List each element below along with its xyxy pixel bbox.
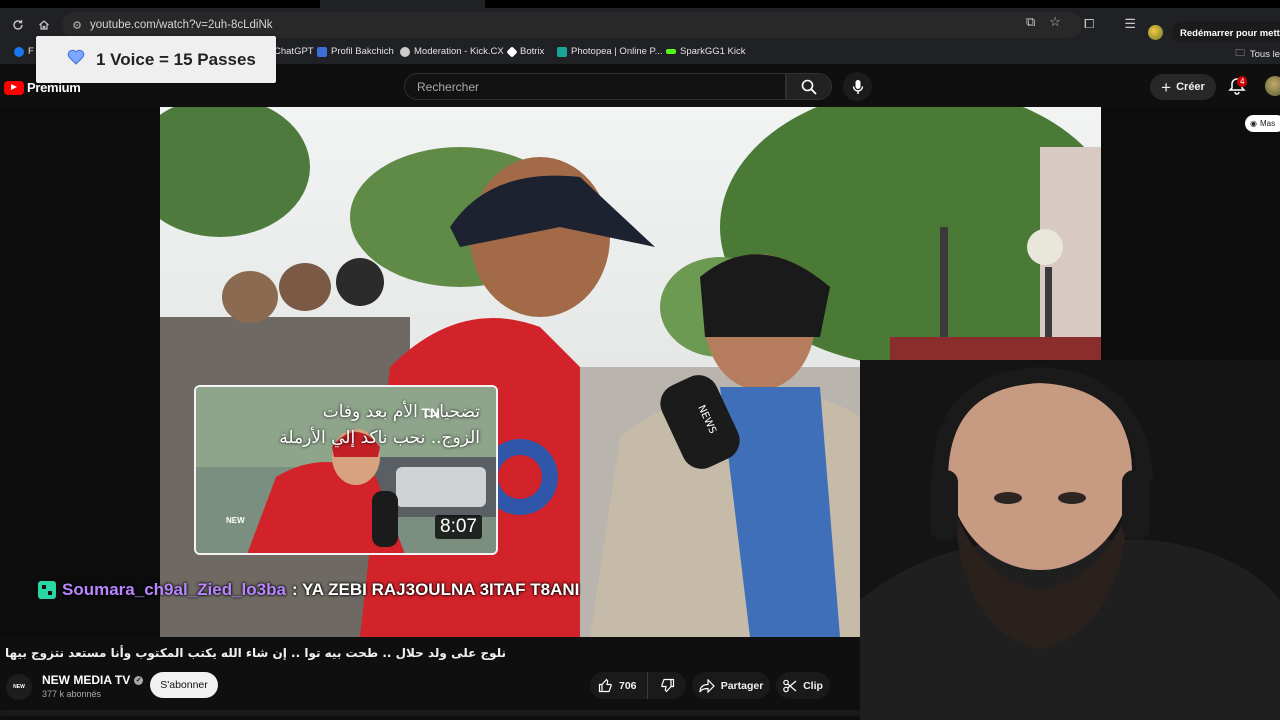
- bookmark-label: Photopea | Online P...: [571, 46, 663, 57]
- address-bar[interactable]: ⚙ youtube.com/watch?v=2uh-8cLdiNk: [62, 12, 1082, 38]
- search-button[interactable]: [786, 73, 832, 100]
- eye-off-icon: ◉: [1250, 119, 1257, 128]
- channel-name-link[interactable]: NEW MEDIA TV ✓: [42, 673, 144, 687]
- chat-message: Soumara_ch9al_Zied_lo3ba : YA ZEBI RAJ3O…: [38, 578, 579, 602]
- subscriber-count: 377 k abonnés: [42, 689, 102, 699]
- duration-badge: 8:07: [435, 515, 482, 539]
- bookmark-moderation-kick[interactable]: Moderation - Kick.CX: [400, 46, 504, 57]
- plus-icon: +: [1161, 77, 1172, 97]
- chat-text: : YA ZEBI RAJ3OULNA 3ITAF T8ANI: [291, 580, 580, 599]
- scissors-icon: [783, 679, 797, 692]
- all-bookmarks[interactable]: 🗀 Tous le: [1235, 46, 1280, 62]
- share-label: Partager: [720, 679, 764, 692]
- bookmark-label: Moderation - Kick.CX: [414, 46, 504, 57]
- search-placeholder: Rechercher: [417, 79, 480, 94]
- thumbs-up-icon: [598, 678, 612, 693]
- botrix-icon: [506, 45, 518, 58]
- bookmark-photopea[interactable]: Photopea | Online P...: [557, 46, 663, 57]
- bookmark-star-icon[interactable]: ☆: [1049, 14, 1061, 30]
- extensions-icon[interactable]: ⧠: [1084, 16, 1094, 32]
- bookmark-sparkgg1-kick[interactable]: SparkGG1 Kick: [666, 46, 745, 57]
- bookmark-chatgpt[interactable]: ChatGPT: [274, 46, 314, 57]
- bookmark-label: ChatGPT: [274, 46, 314, 57]
- chat-username: Soumara_ch9al_Zied_lo3ba: [62, 580, 286, 599]
- description-box-edge: [0, 710, 860, 716]
- bookmark-facebook[interactable]: F: [14, 46, 34, 57]
- create-button[interactable]: + Créer: [1150, 74, 1216, 100]
- home-icon[interactable]: [31, 12, 57, 38]
- bookmark-label: Profil Bakchich: [331, 46, 394, 57]
- channel-row: NEW NEW MEDIA TV ✓ 377 k abonnés S'abonn…: [0, 670, 860, 704]
- create-label: Créer: [1176, 81, 1205, 93]
- all-bookmarks-label: Tous le: [1249, 48, 1280, 60]
- voice-promo-banner: 1 Voice = 15 Passes: [36, 36, 276, 83]
- folder-icon: 🗀: [1235, 48, 1245, 59]
- share-button[interactable]: Partager: [692, 672, 770, 699]
- bookmark-label: SparkGG1 Kick: [680, 46, 746, 57]
- verified-icon: ✓: [134, 675, 144, 685]
- recommended-video-card[interactable]: تضحيات الأم بعد وفات الزوج.. نحب ناكد إل…: [194, 385, 498, 555]
- kick-icon: [666, 49, 676, 54]
- dislike-button[interactable]: [648, 672, 686, 699]
- photopea-icon: [557, 46, 567, 57]
- like-dislike-group: 706: [590, 672, 686, 699]
- voice-search-button[interactable]: [843, 72, 872, 101]
- reading-list-icon[interactable]: ☰: [1124, 16, 1136, 32]
- screen: ⚙ youtube.com/watch?v=2uh-8cLdiNk ⧉ ☆ ⧠ …: [0, 0, 1280, 720]
- active-tab[interactable]: [320, 0, 485, 8]
- share-arrow-icon: [699, 678, 715, 693]
- streamer-webcam: [860, 360, 1280, 720]
- channel-avatar[interactable]: NEW: [6, 674, 32, 700]
- bookmark-label: F: [28, 46, 34, 57]
- clip-button[interactable]: Clip: [776, 672, 830, 699]
- bookmark-botrix[interactable]: Botrix: [506, 45, 545, 58]
- chat-badge-icon: [38, 581, 56, 599]
- microphone-icon: [852, 79, 863, 94]
- search-icon: [801, 79, 817, 95]
- thumbnail-brand: NEW: [226, 516, 245, 525]
- channel-avatar-text: NEW: [13, 684, 25, 690]
- thumbnail-title-line2: الزوج.. نحب ناكد إلي الأرملة: [279, 428, 480, 448]
- mask-label: Mas: [1259, 119, 1276, 128]
- tab-strip: [0, 0, 1280, 8]
- reload-icon[interactable]: [5, 12, 31, 38]
- profile-avatar[interactable]: [1148, 25, 1163, 40]
- site-settings-icon[interactable]: ⚙: [66, 19, 88, 32]
- clip-label: Clip: [803, 679, 823, 692]
- facebook-icon: [14, 46, 24, 57]
- voice-banner-text: 1 Voice = 15 Passes: [96, 49, 256, 69]
- account-avatar[interactable]: [1265, 76, 1280, 96]
- channel-name: NEW MEDIA TV: [42, 673, 131, 687]
- thumbs-down-icon: [660, 678, 674, 693]
- video-title: نلوج على ولد حلال .. طحت بيه توا .. إن ش…: [5, 646, 507, 660]
- like-button[interactable]: 706: [590, 672, 648, 699]
- install-app-icon[interactable]: ⧉: [1026, 14, 1035, 30]
- search-input[interactable]: Rechercher: [404, 73, 786, 100]
- heart-hands-icon: [66, 48, 86, 71]
- subscribe-button[interactable]: S'abonner: [150, 672, 218, 698]
- bakchich-icon: [317, 46, 327, 57]
- like-count: 706: [619, 679, 637, 692]
- bookmark-profil-bakchich[interactable]: Profil Bakchich: [317, 46, 394, 57]
- url-text: youtube.com/watch?v=2uh-8cLdiNk: [90, 19, 273, 31]
- thumbnail-tag: TN: [421, 405, 440, 421]
- mask-pill[interactable]: ◉ Mas: [1245, 115, 1280, 132]
- kick-cx-icon: [400, 46, 410, 57]
- youtube-play-icon: [4, 80, 24, 95]
- bookmark-label: Botrix: [520, 46, 545, 57]
